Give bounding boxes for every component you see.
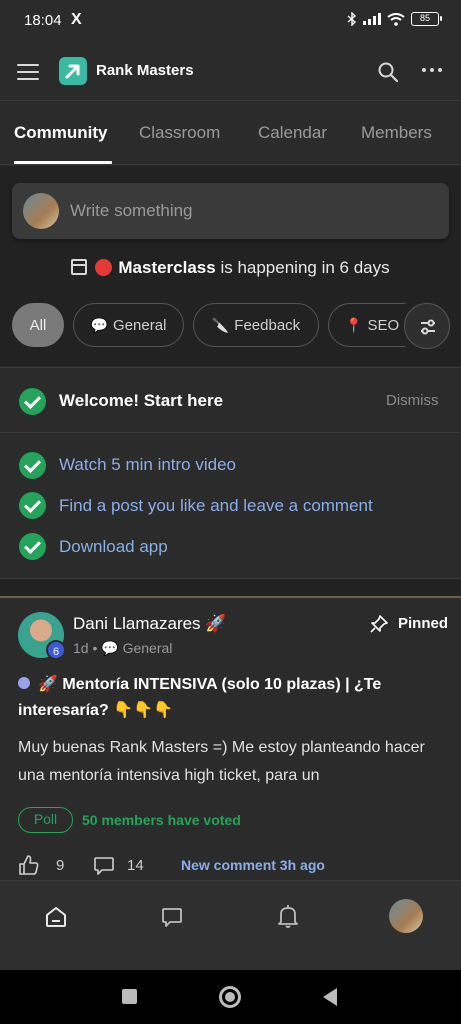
search-icon[interactable] (376, 60, 400, 84)
feed-header: Write something Masterclass is happening… (0, 166, 461, 366)
post-title-text: 🚀 Mentoría INTENSIVA (solo 10 plazas) | … (18, 676, 382, 719)
check-circle-icon (19, 452, 46, 479)
onboarding-checklist: Welcome! Start here Dismiss Watch 5 min … (0, 367, 461, 579)
comment-count: 14 (127, 857, 144, 874)
post-title[interactable]: 🚀 Mentoría INTENSIVA (solo 10 plazas) | … (18, 672, 438, 724)
signal-icon (363, 13, 381, 25)
chip-seo-label: SEO (367, 316, 400, 334)
post-meta: 1d • 💬 General (73, 640, 173, 656)
tab-bar: Community Classroom Calendar Members (0, 100, 461, 165)
check-circle-icon (19, 492, 46, 519)
notifications-bell-icon[interactable] (276, 903, 300, 929)
tab-calendar[interactable]: Calendar (258, 123, 327, 143)
event-countdown: is happening in 6 days (215, 258, 390, 277)
speech-bubble-icon: 💬 (90, 316, 109, 333)
check-circle-icon (19, 388, 46, 415)
sliders-icon (421, 319, 435, 335)
back-icon[interactable] (323, 988, 337, 1006)
home-button-icon[interactable] (219, 986, 241, 1008)
like-count: 9 (56, 857, 65, 874)
category-filter: All 💬 General 🔪 Feedback 📍 SEO (12, 303, 452, 349)
chip-feedback-label: Feedback (234, 316, 301, 334)
status-icons: 85 (347, 12, 442, 26)
bluetooth-icon (347, 12, 357, 26)
user-avatar (23, 193, 59, 229)
dismiss-button[interactable]: Dismiss (386, 392, 439, 409)
chip-all[interactable]: All (12, 303, 64, 347)
divider (0, 432, 461, 433)
check-circle-icon (19, 533, 46, 560)
write-something-input[interactable]: Write something (12, 183, 449, 239)
pin-marker-icon: 📍 (345, 316, 363, 333)
chip-seo[interactable]: 📍 SEO (328, 303, 406, 347)
checklist-title: Welcome! Start here (59, 391, 224, 410)
status-time: 18:04 (24, 12, 62, 29)
unread-dot (18, 677, 30, 689)
upcoming-event-banner[interactable]: Masterclass is happening in 6 days (0, 258, 461, 278)
tab-members[interactable]: Members (361, 123, 432, 143)
battery-icon: 85 (411, 12, 442, 26)
post-author[interactable]: Dani Llamazares 🚀 (73, 614, 226, 634)
calendar-icon (71, 259, 88, 275)
compose-placeholder: Write something (70, 201, 193, 220)
home-icon[interactable] (44, 905, 68, 929)
profile-avatar[interactable] (389, 899, 423, 933)
thumbs-up-icon[interactable] (18, 854, 40, 876)
red-circle-icon (95, 259, 113, 276)
knife-icon: 🔪 (211, 316, 230, 333)
event-name[interactable]: Masterclass (118, 258, 215, 277)
feed-gap (0, 580, 461, 596)
menu-icon[interactable] (17, 64, 39, 80)
app-bar: Rank Masters (0, 42, 461, 100)
chat-icon[interactable] (160, 905, 184, 929)
poll-votes: 50 members have voted (82, 812, 241, 828)
chip-feedback[interactable]: 🔪 Feedback (193, 303, 319, 347)
poll-badge: Poll (18, 807, 73, 833)
post-body[interactable]: Muy buenas Rank Masters =) Me estoy plan… (18, 734, 438, 790)
wifi-icon (387, 12, 405, 26)
pushpin-icon (370, 615, 388, 633)
bottom-navigation (0, 880, 461, 970)
app-title[interactable]: Rank Masters (96, 62, 194, 79)
status-bar: 18:04 X 85 (0, 0, 461, 42)
rank-masters-logo (59, 57, 87, 85)
task-watch-video[interactable]: Watch 5 min intro video (59, 455, 236, 475)
active-tab-indicator (14, 161, 112, 164)
pinned-label: Pinned (398, 615, 449, 632)
chip-all-label: All (29, 316, 47, 334)
task-leave-comment[interactable]: Find a post you like and leave a comment (59, 496, 373, 516)
level-badge: 6 (46, 640, 66, 660)
comment-icon[interactable] (93, 854, 115, 876)
filter-settings-button[interactable] (404, 303, 450, 349)
tab-community[interactable]: Community (14, 123, 108, 143)
chip-general[interactable]: 💬 General (73, 303, 184, 347)
new-comment-link[interactable]: New comment 3h ago (181, 857, 325, 873)
system-navigation-bar (0, 970, 461, 1024)
x-app-icon: X (71, 11, 82, 28)
task-download-app[interactable]: Download app (59, 537, 168, 557)
chip-general-label: General (113, 316, 167, 334)
pinned-post-card[interactable]: 6 Dani Llamazares 🚀 1d • 💬 General Pinne… (0, 596, 461, 880)
tab-classroom[interactable]: Classroom (139, 123, 220, 143)
recent-apps-icon[interactable] (122, 989, 137, 1004)
more-options-icon[interactable] (422, 68, 446, 76)
